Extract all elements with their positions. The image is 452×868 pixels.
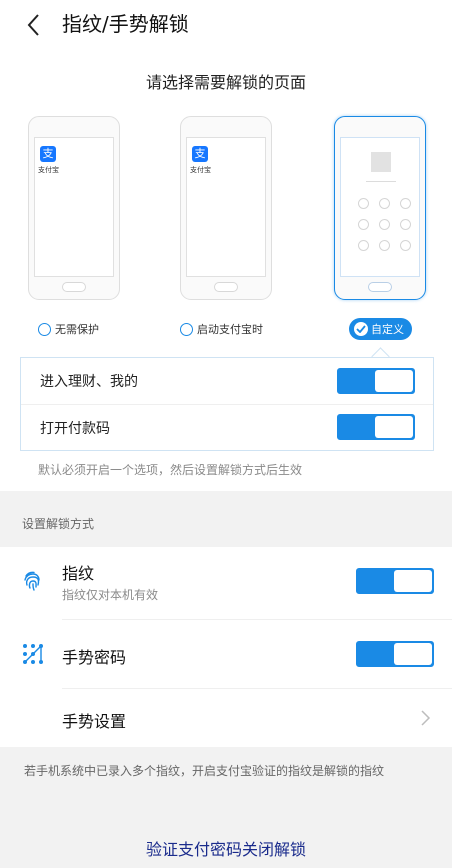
fingerprint-subtitle: 指纹仅对本机有效 <box>62 588 159 602</box>
option-label: 无需保护 <box>55 323 99 336</box>
pattern-dot <box>358 198 369 209</box>
lock-avatar-placeholder <box>371 152 391 172</box>
pattern-dot <box>400 198 411 209</box>
fingerprint-title: 指纹 <box>62 564 95 583</box>
phone-screen: 支 支付宝 <box>34 137 114 277</box>
gesture-row: 手势密码 <box>0 620 452 688</box>
option-custom[interactable]: 自定义 <box>349 318 412 340</box>
pattern-dot <box>379 198 390 209</box>
alipay-label: 支付宝 <box>38 166 59 174</box>
check-circle-icon <box>354 322 368 336</box>
radio-unchecked-icon[interactable] <box>180 322 193 336</box>
pattern-dot <box>358 219 369 230</box>
toggle-knob <box>375 416 413 438</box>
phone-preview-launch[interactable]: 支 支付宝 <box>180 116 272 300</box>
pattern-dot <box>400 240 411 251</box>
toggle-knob <box>394 643 432 665</box>
row-label: 打开付款码 <box>40 421 110 437</box>
back-arrow-icon[interactable] <box>22 9 48 41</box>
section-label: 设置解锁方式 <box>22 517 95 531</box>
toggle-knob <box>394 570 432 592</box>
radio-unchecked-icon[interactable] <box>38 322 51 336</box>
fingerprint-row: 指纹 指纹仅对本机有效 <box>0 547 452 619</box>
fingerprint-toggle[interactable] <box>356 568 434 594</box>
phone-screen: 支 支付宝 <box>186 137 266 277</box>
phone-preview-none[interactable]: 支 支付宝 <box>28 116 120 300</box>
gesture-settings-row[interactable]: 手势设置 <box>0 689 452 747</box>
gesture-settings-title: 手势设置 <box>62 712 127 731</box>
custom-options-card: 进入理财、我的 打开付款码 <box>20 357 434 451</box>
home-button <box>368 282 392 292</box>
home-button <box>62 282 86 292</box>
phone-preview-custom[interactable] <box>334 116 426 300</box>
select-page-title: 请选择需要解锁的页面 <box>145 73 306 92</box>
alipay-label: 支付宝 <box>190 166 211 174</box>
lock-text-placeholder <box>366 181 396 182</box>
pattern-dot <box>379 240 390 251</box>
gesture-title: 手势密码 <box>62 648 127 667</box>
page-title: 指纹/手势解锁 <box>62 12 189 36</box>
pattern-dot <box>400 219 411 230</box>
fingerprint-icon <box>24 571 40 591</box>
verify-password-disable-link[interactable]: 验证支付密码关闭解锁 <box>0 836 452 860</box>
alipay-logo-icon: 支 <box>40 146 56 162</box>
option-label: 启动支付宝时 <box>197 323 263 336</box>
custom-row-wealth: 进入理财、我的 <box>21 358 433 404</box>
alipay-logo-icon: 支 <box>192 146 208 162</box>
row-label: 进入理财、我的 <box>40 374 138 390</box>
option-label: 自定义 <box>371 323 404 336</box>
custom-hint: 默认必须开启一个选项，然后设置解锁方式后生效 <box>38 463 303 477</box>
toggle-knob <box>375 370 413 392</box>
toggle-switch[interactable] <box>337 368 415 394</box>
pattern-dot <box>379 219 390 230</box>
phone-screen <box>340 137 420 277</box>
header-bar: 指纹/手势解锁 <box>0 0 452 50</box>
option-no-protection[interactable]: 无需保护 <box>38 319 99 339</box>
pattern-dot <box>358 240 369 251</box>
toggle-switch[interactable] <box>337 414 415 440</box>
gesture-pattern-icon <box>23 644 43 664</box>
footer-note: 若手机系统中已录入多个指纹，开启支付宝验证的指纹是解锁的指纹 <box>24 764 385 778</box>
home-button <box>214 282 238 292</box>
gesture-toggle[interactable] <box>356 641 434 667</box>
chevron-right-icon <box>421 710 431 726</box>
option-on-launch[interactable]: 启动支付宝时 <box>180 319 263 339</box>
custom-row-paycode: 打开付款码 <box>21 405 433 451</box>
